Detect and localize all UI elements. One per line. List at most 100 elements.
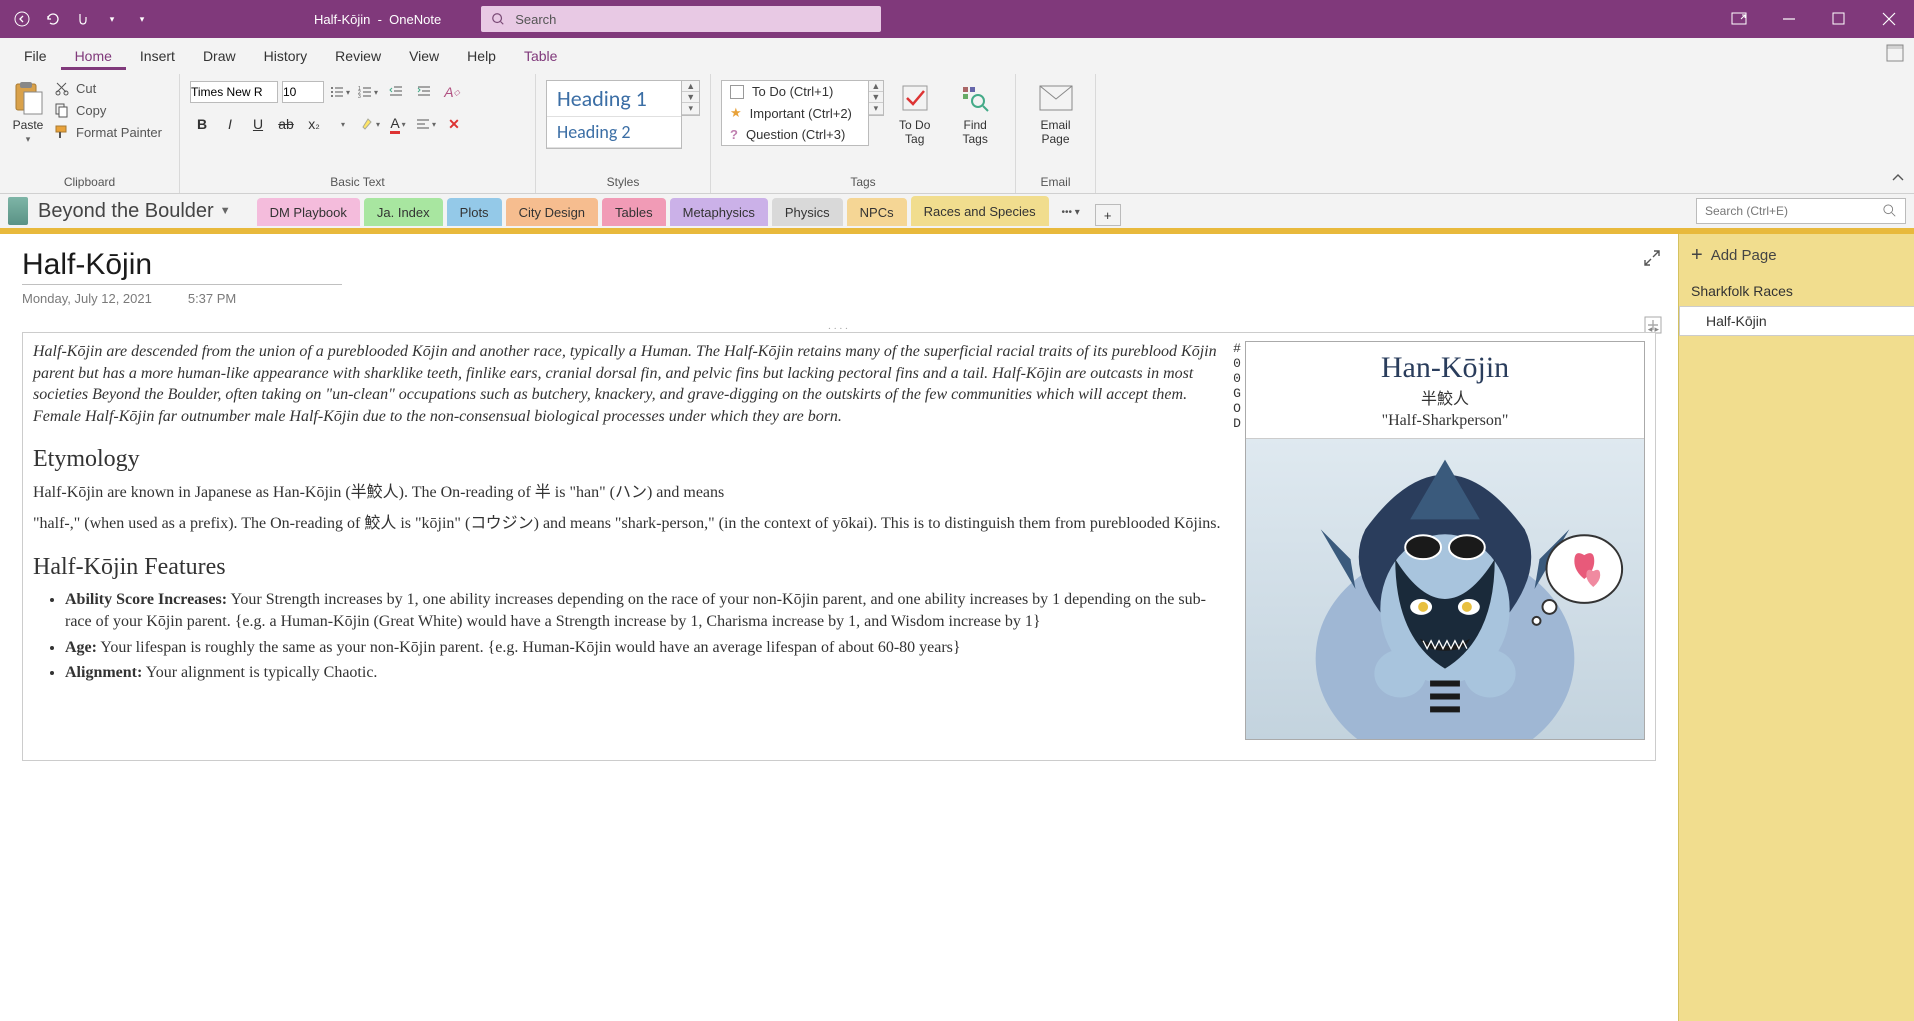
italic-button[interactable]: I — [218, 112, 242, 136]
page-title[interactable]: Half-Kōjin — [22, 248, 342, 285]
style-heading1[interactable]: Heading 1 — [547, 81, 681, 117]
font-name-select[interactable] — [190, 81, 278, 103]
search-box[interactable]: Search — [481, 6, 881, 32]
minimize-button[interactable] — [1764, 0, 1814, 38]
styles-up[interactable]: ▲ — [682, 81, 699, 92]
styles-gallery[interactable]: Heading 1 Heading 2 — [546, 80, 682, 149]
menu-draw[interactable]: Draw — [189, 42, 250, 70]
content-container[interactable]: ◂ ▸ Half-Kōjin are descended from the un… — [22, 332, 1656, 761]
page-item-half-kojin[interactable]: Half-Kōjin — [1679, 306, 1914, 336]
numbering-button[interactable]: 123 — [356, 80, 380, 104]
section-tab-plots[interactable]: Plots — [447, 198, 502, 226]
section-tab-dm-playbook[interactable]: DM Playbook — [257, 198, 360, 226]
strike-button[interactable]: ab — [274, 112, 298, 136]
back-button[interactable] — [10, 7, 34, 31]
svg-text:3: 3 — [358, 94, 361, 99]
page-item-sharkfolk[interactable]: Sharkfolk Races — [1679, 277, 1914, 306]
delete-button[interactable]: ✕ — [442, 112, 466, 136]
styles-down[interactable]: ▼ — [682, 92, 699, 103]
character-image — [1246, 439, 1644, 739]
highlight-button[interactable] — [358, 112, 382, 136]
cut-button[interactable]: Cut — [54, 80, 162, 96]
section-tab-ja-index[interactable]: Ja. Index — [364, 198, 443, 226]
tag-todo[interactable]: To Do (Ctrl+1) — [722, 81, 868, 102]
find-tags-button[interactable]: Find Tags — [945, 80, 1005, 146]
etymology-p1[interactable]: Half-Kōjin are known in Japanese as Han-… — [33, 482, 1229, 504]
ribbon-display-button[interactable] — [1714, 0, 1764, 38]
add-section-button[interactable]: + — [1095, 204, 1121, 226]
notebook-search[interactable]: Search (Ctrl+E) — [1696, 198, 1906, 224]
card-title: Han-Kōjin — [1250, 348, 1640, 389]
subscript-button[interactable]: x₂ — [302, 112, 326, 136]
menu-help[interactable]: Help — [453, 42, 510, 70]
email-page-button[interactable]: Email Page — [1026, 80, 1085, 146]
expand-page-button[interactable] — [1642, 248, 1662, 271]
features-heading[interactable]: Half-Kōjin Features — [33, 551, 1229, 583]
font-color-button[interactable]: A — [386, 112, 410, 136]
close-button[interactable] — [1864, 0, 1914, 38]
bullets-button[interactable] — [328, 80, 352, 104]
bold-button[interactable]: B — [190, 112, 214, 136]
touch-mode-button[interactable] — [70, 7, 94, 31]
etymology-p2[interactable]: "half-," (when used as a prefix). The On… — [33, 513, 1229, 535]
feature-age[interactable]: Age: Your lifespan is roughly the same a… — [65, 637, 1229, 659]
window-title: Half-Kōjin - OneNote — [314, 12, 441, 27]
section-tab-npcs[interactable]: NPCs — [847, 198, 907, 226]
format-painter-button[interactable]: Format Painter — [54, 124, 162, 140]
page-time[interactable]: 5:37 PM — [188, 291, 236, 306]
menu-insert[interactable]: Insert — [126, 42, 189, 70]
section-tab-city-design[interactable]: City Design — [506, 198, 598, 226]
tags-down[interactable]: ▼ — [869, 92, 883, 103]
styles-more[interactable]: ▾ — [682, 103, 699, 115]
section-tab-physics[interactable]: Physics — [772, 198, 843, 226]
qat-caret[interactable]: ▾ — [100, 7, 124, 31]
infobox-card[interactable]: # 0 0 G O D Han-Kōjin 半鮫人 "Half-Sharkper… — [1245, 341, 1645, 740]
menu-table[interactable]: Table — [510, 42, 571, 70]
maximize-button[interactable] — [1814, 0, 1864, 38]
feature-alignment[interactable]: Alignment: Your alignment is typically C… — [65, 662, 1229, 684]
card-subtitle: "Half-Sharkperson" — [1250, 410, 1640, 432]
subscript-caret[interactable] — [330, 112, 354, 136]
clipboard-group-label: Clipboard — [10, 173, 169, 191]
menu-view[interactable]: View — [395, 42, 453, 70]
card-jp: 半鮫人 — [1250, 389, 1640, 411]
lead-paragraph[interactable]: Half-Kōjin are descended from the union … — [33, 341, 1229, 427]
menu-history[interactable]: History — [250, 42, 322, 70]
tags-gallery[interactable]: To Do (Ctrl+1) ★Important (Ctrl+2) ?Ques… — [721, 80, 869, 146]
underline-button[interactable]: U — [246, 112, 270, 136]
menu-file[interactable]: File — [10, 42, 61, 70]
etymology-heading[interactable]: Etymology — [33, 443, 1229, 475]
qat-more-caret[interactable]: ▾ — [130, 7, 154, 31]
section-overflow-button[interactable]: ••• ▾ — [1053, 198, 1089, 226]
clear-formatting-button[interactable]: A◇ — [440, 80, 464, 104]
email-group-label: Email — [1026, 173, 1085, 191]
section-tab-tables[interactable]: Tables — [602, 198, 666, 226]
section-tab-races[interactable]: Races and Species — [911, 196, 1049, 226]
feature-ability[interactable]: Ability Score Increases: Your Strength i… — [65, 589, 1229, 632]
styles-group-label: Styles — [546, 173, 700, 191]
tag-important[interactable]: ★Important (Ctrl+2) — [722, 102, 868, 124]
tags-up[interactable]: ▲ — [869, 81, 883, 92]
outdent-button[interactable] — [384, 80, 408, 104]
indent-button[interactable] — [412, 80, 436, 104]
notebook-icon[interactable] — [8, 197, 28, 225]
todo-tag-button[interactable]: To Do Tag — [884, 80, 945, 146]
paste-button[interactable]: Paste ▾ — [10, 80, 46, 145]
fullscreen-toggle[interactable] — [1886, 44, 1904, 65]
style-heading2[interactable]: Heading 2 — [547, 117, 681, 148]
menu-review[interactable]: Review — [321, 42, 395, 70]
copy-button[interactable]: Copy — [54, 102, 162, 118]
collapse-ribbon-button[interactable] — [1890, 170, 1906, 189]
tag-question[interactable]: ?Question (Ctrl+3) — [722, 124, 868, 145]
section-tab-metaphysics[interactable]: Metaphysics — [670, 198, 768, 226]
notebook-name[interactable]: Beyond the Boulder — [38, 200, 214, 223]
notebook-caret[interactable]: ▼ — [220, 205, 231, 217]
font-size-select[interactable] — [282, 81, 324, 103]
undo-button[interactable] — [40, 7, 64, 31]
add-page-button[interactable]: + Add Page — [1679, 234, 1914, 277]
tags-more[interactable]: ▾ — [869, 103, 883, 115]
align-button[interactable] — [414, 112, 438, 136]
menu-home[interactable]: Home — [61, 42, 126, 70]
basic-text-group-label: Basic Text — [190, 173, 525, 191]
page-date[interactable]: Monday, July 12, 2021 — [22, 291, 152, 306]
